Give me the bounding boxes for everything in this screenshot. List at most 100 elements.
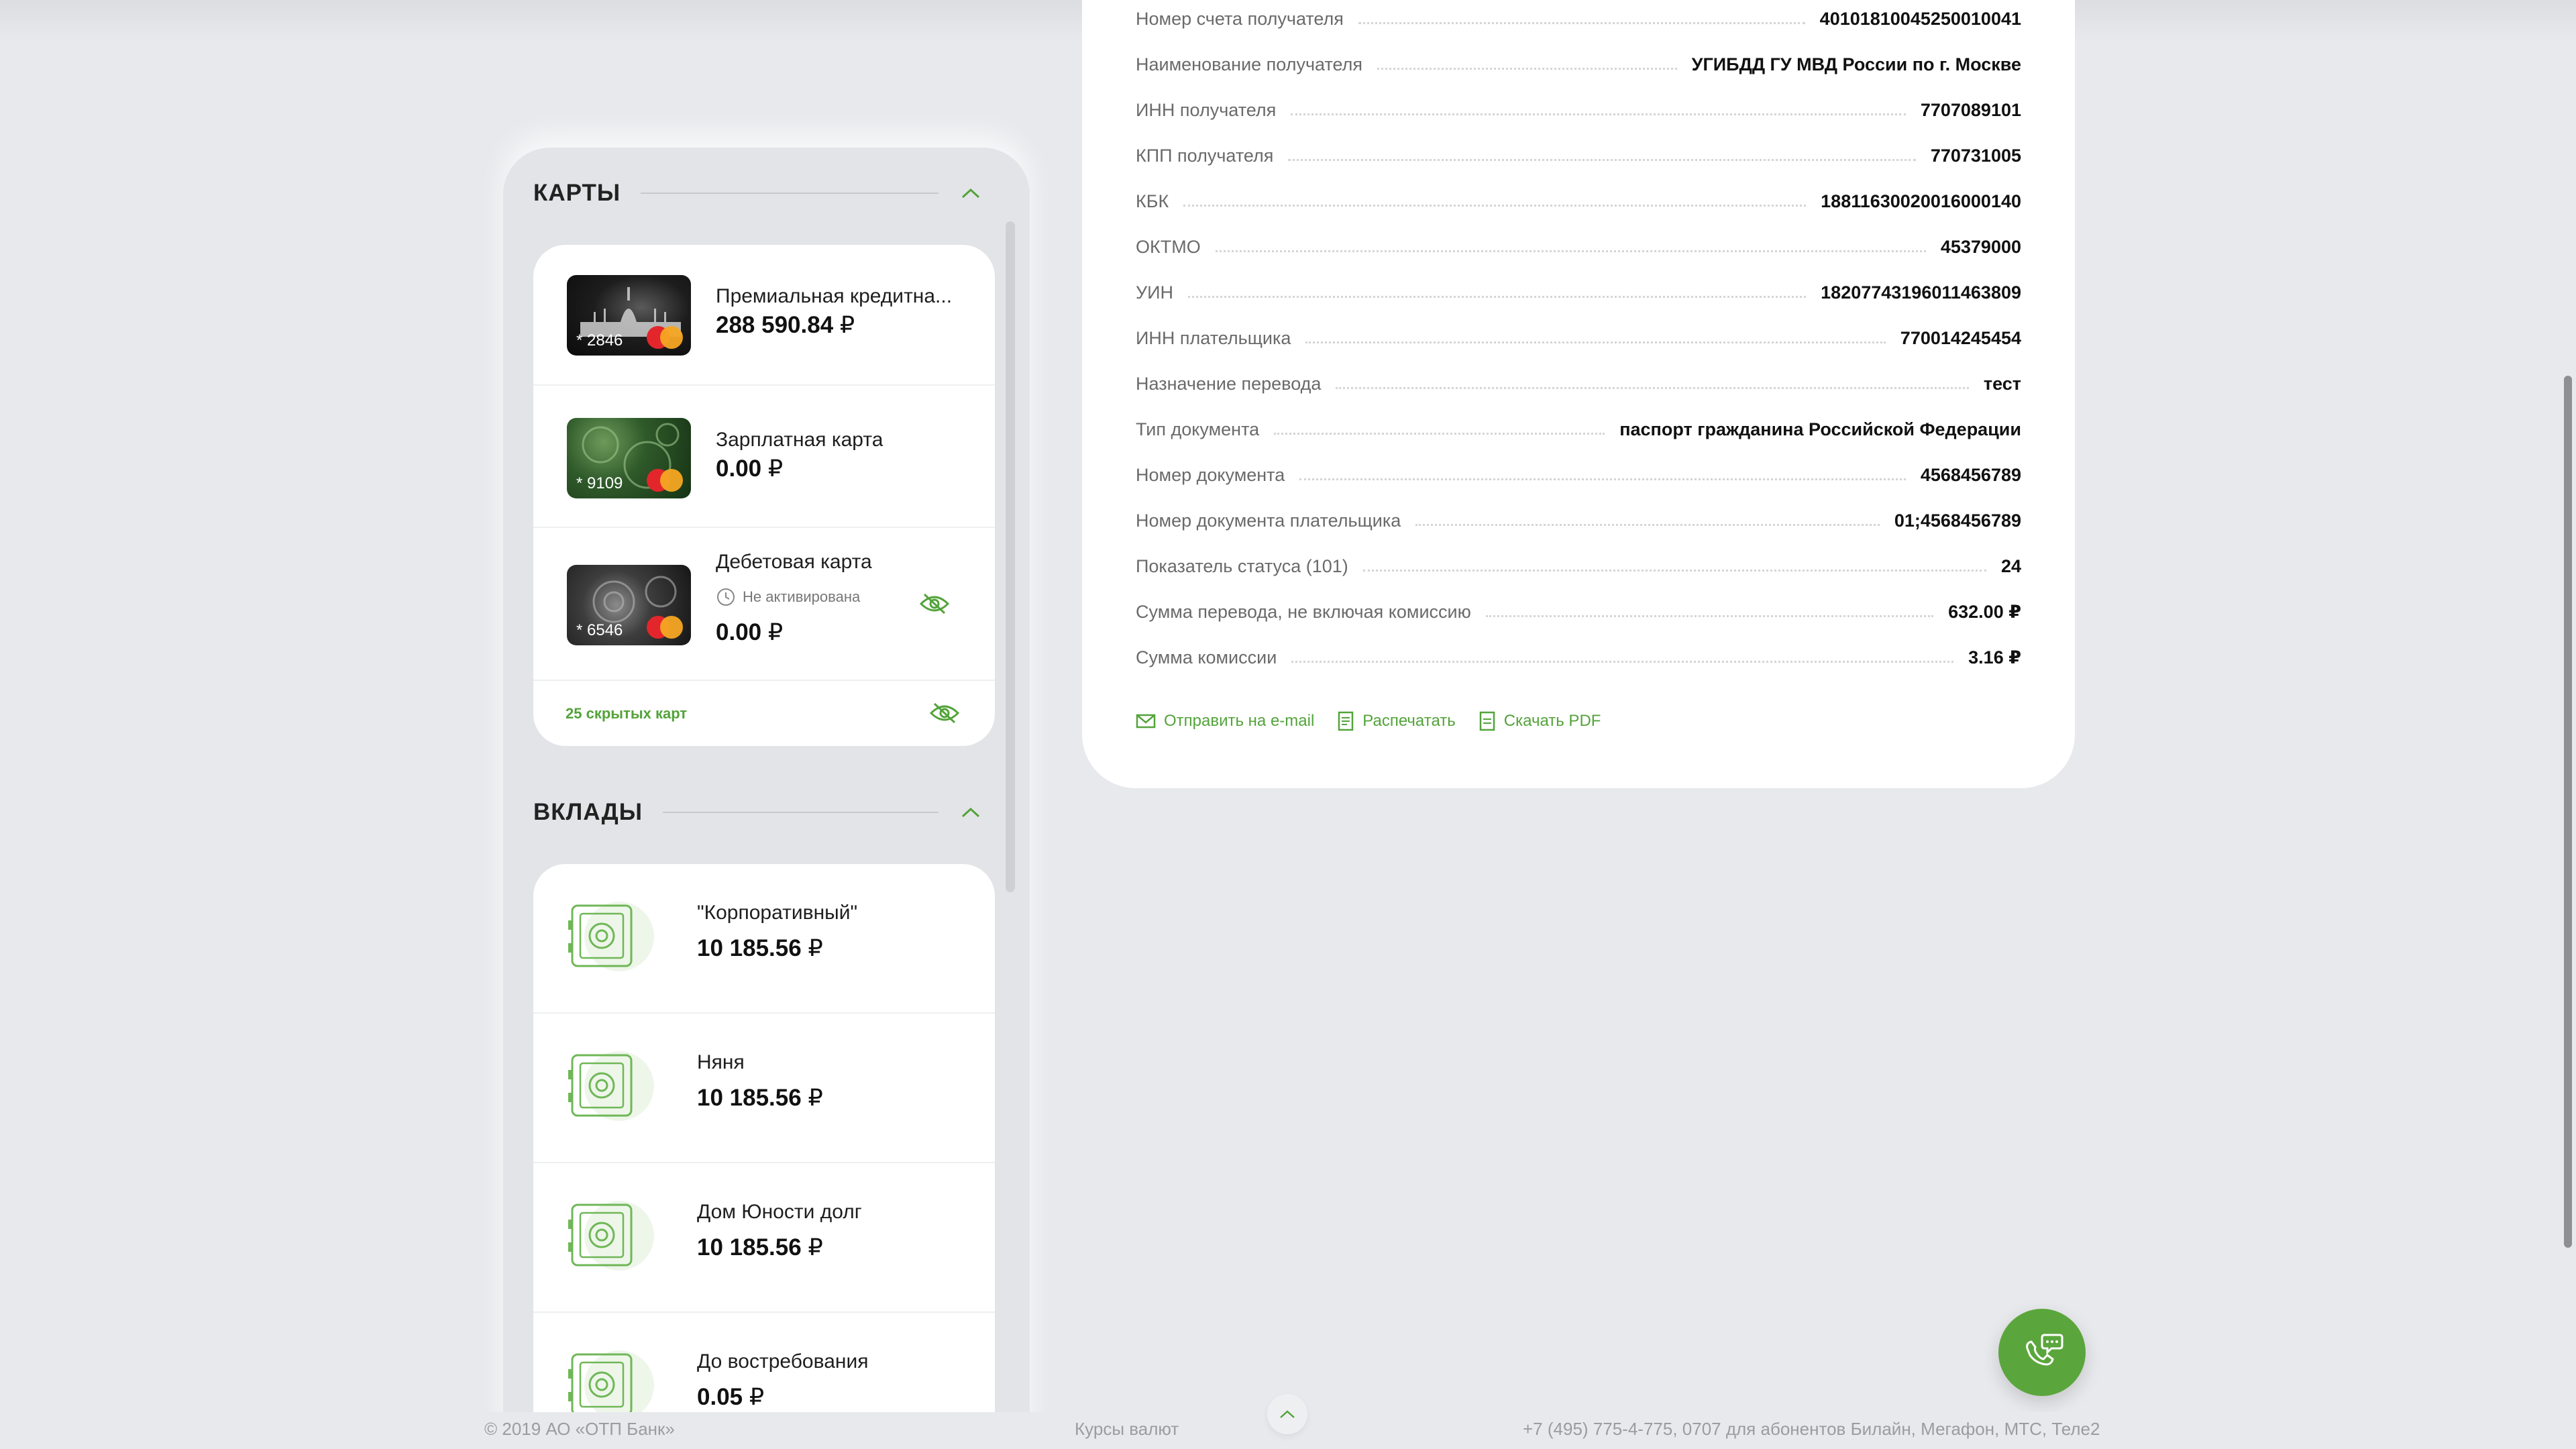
dotted-leader bbox=[1377, 68, 1677, 70]
chevron-up-icon bbox=[1280, 1410, 1295, 1418]
section-divider bbox=[641, 193, 938, 194]
receipt-label: Сумма перевода, не включая комиссию bbox=[1136, 602, 1471, 622]
mastercard-icon bbox=[647, 326, 683, 349]
receipt-row: КПП получателя 770731005 bbox=[1136, 140, 2021, 166]
card-name: Премиальная кредитна... bbox=[716, 285, 953, 307]
receipt-row: Назначение перевода тест bbox=[1136, 368, 2021, 394]
receipt-row: УИН 18207743196011463809 bbox=[1136, 276, 2021, 303]
card-item-salary[interactable]: * 9109 Зарплатная карта 0.00 ₽ bbox=[533, 386, 995, 528]
card-balance: 0.00 ₽ bbox=[716, 455, 784, 482]
card-balance: 288 590.84 ₽ bbox=[716, 312, 855, 338]
deposit-name: "Корпоративный" bbox=[697, 902, 858, 924]
print-label: Распечатать bbox=[1362, 712, 1456, 730]
dotted-leader bbox=[1274, 433, 1605, 435]
page-scrollbar[interactable] bbox=[2564, 376, 2572, 1248]
receipt-row: ОКТМО 45379000 bbox=[1136, 231, 2021, 258]
receipt-value: 18207743196011463809 bbox=[1821, 282, 2021, 303]
chevron-up-icon[interactable] bbox=[959, 185, 983, 201]
payment-receipt: Номер счета получателя 401018100452500100… bbox=[1082, 0, 2075, 788]
card-name: Дебетовая карта bbox=[716, 551, 872, 573]
receipt-label: Номер документа bbox=[1136, 465, 1285, 485]
dotted-leader bbox=[1188, 296, 1807, 298]
receipt-row: Сумма перевода, не включая комиссию 632.0… bbox=[1136, 596, 2021, 623]
receipt-row: Показатель статуса (101) 24 bbox=[1136, 550, 2021, 577]
receipt-row: Тип документа паспорт гражданина Российск… bbox=[1136, 413, 2021, 440]
cards-list: * 2846 Премиальная кредитна... 288 590.8… bbox=[533, 245, 995, 746]
hidden-cards-row[interactable]: 25 скрытых карт bbox=[533, 681, 995, 746]
deposits-list: "Корпоративный" 10 185.56 ₽ Няня 10 185.… bbox=[533, 864, 995, 1449]
receipt-label: ИНН получателя bbox=[1136, 100, 1277, 120]
send-email-label: Отправить на e-mail bbox=[1164, 712, 1315, 730]
footer-phones: +7 (495) 775-4-775, 0707 для абонентов Б… bbox=[1523, 1419, 2100, 1439]
receipt-actions: Отправить на e-mail Распечатать Скачать … bbox=[1136, 711, 1601, 731]
scroll-to-top-button[interactable] bbox=[1267, 1394, 1307, 1434]
deposit-item[interactable]: Няня 10 185.56 ₽ bbox=[533, 1014, 995, 1163]
dotted-leader bbox=[1358, 22, 1805, 24]
deposit-balance: 10 185.56 ₽ bbox=[697, 1085, 823, 1111]
card-item-debit[interactable]: * 6546 Дебетовая карта Не активирована 0… bbox=[533, 528, 995, 681]
receipt-value: тест bbox=[1983, 374, 2021, 394]
receipt-value: 40101810045250010041 bbox=[1819, 9, 2021, 29]
dotted-leader bbox=[1291, 661, 1954, 663]
receipt-row: Наименование получателя УГИБДД ГУ МВД Рос… bbox=[1136, 48, 2021, 75]
safe-icon bbox=[567, 898, 661, 978]
receipt-label: ОКТМО bbox=[1136, 237, 1201, 257]
cards-section-header[interactable]: КАРТЫ bbox=[533, 173, 983, 213]
deposits-section-title: ВКЛАДЫ bbox=[533, 799, 643, 825]
receipt-row: Номер документа плательщика 01;4568456789 bbox=[1136, 504, 2021, 531]
deposits-section-header[interactable]: ВКЛАДЫ bbox=[533, 792, 983, 833]
receipt-value: паспорт гражданина Российской Федерации bbox=[1619, 419, 2021, 439]
hide-card-icon[interactable] bbox=[919, 592, 950, 619]
receipt-value: 7707089101 bbox=[1920, 100, 2021, 120]
receipt-label: Номер документа плательщика bbox=[1136, 511, 1401, 531]
receipt-label: Назначение перевода bbox=[1136, 374, 1322, 394]
deposit-item[interactable]: Дом Юности долг 10 185.56 ₽ bbox=[533, 1163, 995, 1313]
receipt-label: ИНН плательщика bbox=[1136, 328, 1291, 348]
receipt-value: УГИБДД ГУ МВД России по г. Москве bbox=[1691, 54, 2021, 74]
dotted-leader bbox=[1485, 615, 1934, 617]
receipt-label: Номер счета получателя bbox=[1136, 9, 1344, 29]
deposit-item[interactable]: "Корпоративный" 10 185.56 ₽ bbox=[533, 864, 995, 1014]
receipt-row: ИНН плательщика 770014245454 bbox=[1136, 322, 2021, 349]
chevron-up-icon[interactable] bbox=[959, 804, 983, 820]
receipt-row: ИНН получателя 7707089101 bbox=[1136, 94, 2021, 121]
download-pdf-button[interactable]: Скачать PDF bbox=[1479, 711, 1601, 731]
receipt-value: 4568456789 bbox=[1920, 465, 2021, 485]
phone-chat-icon bbox=[2026, 1334, 2063, 1366]
dotted-leader bbox=[1291, 113, 1906, 115]
clock-icon bbox=[717, 588, 735, 606]
hidden-cards-link[interactable]: 25 скрытых карт bbox=[566, 705, 687, 722]
call-chat-button[interactable] bbox=[1998, 1309, 2086, 1396]
receipt-value: 45379000 bbox=[1940, 237, 2021, 257]
send-email-button[interactable]: Отправить на e-mail bbox=[1136, 711, 1314, 731]
card-masked-number: * 9109 bbox=[576, 474, 623, 492]
cards-section-title: КАРТЫ bbox=[533, 180, 621, 206]
deposit-name: Дом Юности долг bbox=[697, 1201, 862, 1223]
envelope-icon bbox=[1136, 714, 1156, 729]
card-masked-number: * 2846 bbox=[576, 331, 623, 350]
receipt-value: 770731005 bbox=[1930, 146, 2021, 166]
card-image: * 2846 bbox=[567, 275, 691, 356]
download-pdf-label: Скачать PDF bbox=[1503, 712, 1601, 730]
section-divider bbox=[662, 812, 938, 813]
card-balance: 0.00 ₽ bbox=[716, 619, 784, 645]
document-icon bbox=[1338, 711, 1354, 731]
receipt-row: Номер счета получателя 401018100452500100… bbox=[1136, 3, 2021, 30]
dotted-leader bbox=[1362, 570, 1986, 572]
receipt-value: 632.00 ₽ bbox=[1948, 602, 2021, 622]
receipt-label: УИН bbox=[1136, 282, 1174, 303]
deposit-name: Няня bbox=[697, 1051, 745, 1073]
deposit-balance: 10 185.56 ₽ bbox=[697, 1234, 823, 1260]
show-hidden-icon[interactable] bbox=[929, 701, 960, 729]
card-item-premium[interactable]: * 2846 Премиальная кредитна... 288 590.8… bbox=[533, 245, 995, 386]
receipt-row: Сумма комиссии 3.16 ₽ bbox=[1136, 641, 2021, 668]
card-status: Не активирована bbox=[716, 587, 860, 607]
receipt-label: Сумма комиссии bbox=[1136, 647, 1277, 667]
sidebar-scrollbar[interactable] bbox=[1006, 221, 1015, 892]
print-button[interactable]: Распечатать bbox=[1337, 711, 1456, 731]
card-image: * 6546 bbox=[567, 565, 691, 645]
footer-rates-link[interactable]: Курсы валют bbox=[1075, 1419, 1179, 1440]
footer-copyright: © 2019 АО «ОТП Банк» bbox=[484, 1419, 675, 1439]
dotted-leader bbox=[1183, 205, 1807, 207]
dotted-leader bbox=[1336, 387, 1969, 389]
